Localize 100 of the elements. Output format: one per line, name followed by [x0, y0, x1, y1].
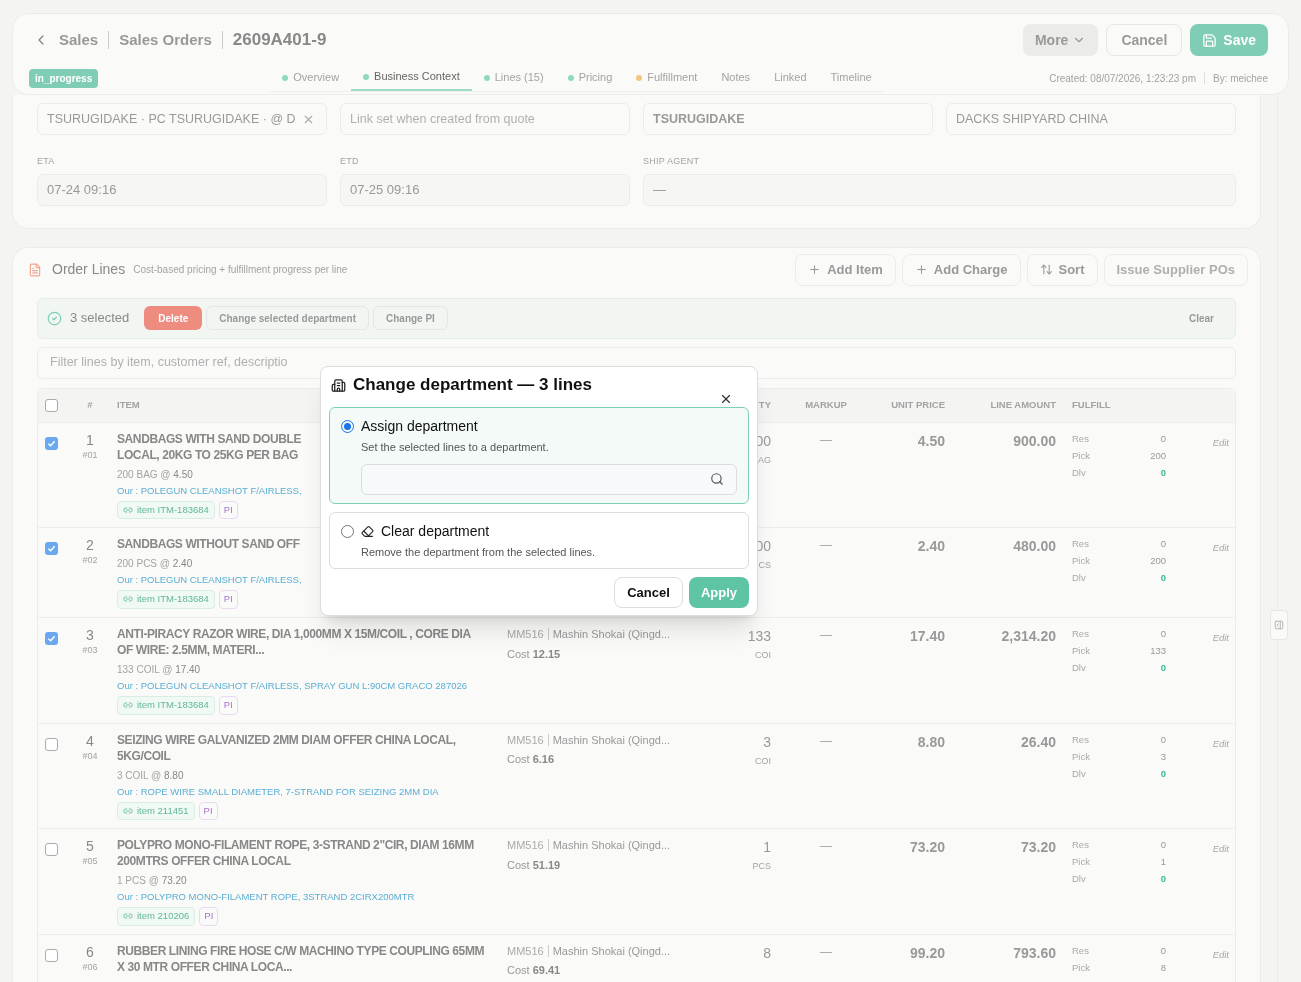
- date-field[interactable]: 07-25 09:16: [340, 173, 630, 206]
- edit-link[interactable]: Edit: [1212, 435, 1229, 449]
- bulk-action-button[interactable]: Change PI: [373, 306, 448, 330]
- item-tag[interactable]: item ITM-183684: [117, 696, 215, 715]
- row-checkbox[interactable]: [45, 632, 58, 645]
- apply-button[interactable]: Apply: [688, 577, 749, 608]
- fulfill-value: 200: [1150, 554, 1166, 569]
- shipyard-field[interactable]: DACKS SHIPYARD CHINA: [946, 103, 1236, 135]
- customer-item-text: Our : POLEGUN CLEANSHOT F/AIRLESS,: [117, 483, 303, 498]
- row-checkbox[interactable]: [45, 436, 58, 450]
- quantity-value: 133: [747, 627, 771, 646]
- toolbar-button[interactable]: Add Item: [795, 253, 896, 286]
- item-tag[interactable]: item ITM-183684: [117, 590, 215, 609]
- close-icon[interactable]: [719, 392, 733, 406]
- line-number: 4: [86, 731, 94, 750]
- fulfill-value: 0: [1160, 943, 1166, 958]
- select-all-checkbox[interactable]: [45, 398, 58, 412]
- tab[interactable]: Lines (15): [471, 64, 556, 91]
- fulfill-label: Pick: [1072, 960, 1090, 975]
- unit-price: 8.80: [917, 732, 945, 752]
- toolbar-button[interactable]: Sort: [1026, 253, 1098, 286]
- quote-link-field[interactable]: Link set when created from quote: [340, 103, 630, 135]
- line-amount: 900.00: [1013, 431, 1056, 451]
- edit-link[interactable]: Edit: [1212, 947, 1229, 961]
- date-field[interactable]: 07-24 09:16: [37, 173, 327, 206]
- supplier-code: MM516: [507, 838, 544, 853]
- delete-button[interactable]: Delete: [144, 306, 203, 330]
- department-search-field[interactable]: [361, 463, 737, 495]
- pi-tag: PI: [199, 907, 219, 926]
- supplier-code: MM516: [507, 943, 544, 959]
- line-code: #05: [82, 855, 98, 868]
- tab[interactable]: Overview: [270, 64, 352, 91]
- fulfill-label: Dlv: [1072, 465, 1086, 480]
- edit-link[interactable]: Edit: [1212, 842, 1229, 855]
- date-field[interactable]: —: [643, 173, 1236, 206]
- edit-link[interactable]: Edit: [1212, 541, 1229, 554]
- edit-link[interactable]: Edit: [1212, 631, 1229, 644]
- customer-item-text: Our : POLEGUN CLEANSHOT F/AIRLESS, SPRAY GUN L:90CM GRACO 287026: [117, 679, 468, 693]
- tab[interactable]: Business Context: [351, 64, 472, 91]
- more-button[interactable]: More: [1022, 24, 1099, 56]
- row-checkbox[interactable]: [45, 843, 58, 856]
- tab[interactable]: Linked: [762, 64, 819, 91]
- tab[interactable]: Notes: [709, 64, 763, 91]
- customer-field[interactable]: TSURUGIDAKE · PC TSURUGIDAKE · @ D: [37, 103, 327, 135]
- clear-button[interactable]: Clear: [1189, 310, 1214, 326]
- fulfill-label: Res: [1072, 431, 1089, 446]
- row-checkbox[interactable]: [45, 737, 58, 751]
- breadcrumb-link[interactable]: Sales Orders: [119, 28, 212, 52]
- bulk-action-button[interactable]: Change selected department: [206, 306, 369, 330]
- cancel-button[interactable]: Cancel: [614, 577, 683, 608]
- tab[interactable]: Timeline: [818, 64, 884, 91]
- item-tag[interactable]: item 210206: [117, 907, 196, 926]
- option-description: Set the selected lines to a department.: [361, 440, 550, 455]
- link-icon: [123, 594, 133, 605]
- fulfill-value: 3: [1160, 749, 1166, 764]
- supplier-code: MM516: [507, 732, 544, 748]
- item-name: SANDBAGS WITHOUT SAND OFF: [117, 536, 301, 552]
- tab[interactable]: Fulfillment: [624, 64, 710, 91]
- row-checkbox[interactable]: [45, 542, 58, 555]
- fulfill-value: 0: [1160, 465, 1166, 480]
- vessel-field[interactable]: TSURUGIDAKE: [643, 103, 933, 135]
- item-tag[interactable]: item ITM-183684: [117, 500, 215, 519]
- edit-link[interactable]: Edit: [1212, 736, 1229, 750]
- unit-price: 17.40: [909, 627, 945, 646]
- row-checkbox[interactable]: [45, 948, 58, 962]
- fulfill-value: 8: [1160, 960, 1166, 975]
- panel-toggle-button[interactable]: [1270, 610, 1288, 640]
- toolbar-button[interactable]: Add Charge: [901, 253, 1021, 286]
- unit-price: 99.20: [909, 943, 945, 963]
- link-icon: [123, 504, 133, 515]
- fulfill-label: Dlv: [1072, 571, 1086, 586]
- page-title: 2609A401-9: [232, 29, 327, 52]
- cost-text: Cost 6.16: [507, 752, 556, 767]
- fulfill-label: Pick: [1072, 644, 1090, 659]
- customer-item-text: Our : POLEGUN CLEANSHOT F/AIRLESS,: [117, 573, 303, 587]
- save-button[interactable]: Save: [1190, 24, 1268, 56]
- tab[interactable]: Pricing: [555, 64, 625, 91]
- column-header: FULFILL: [1072, 398, 1111, 410]
- pi-tag: PI: [218, 500, 238, 519]
- line-amount: 26.40: [1020, 732, 1056, 752]
- option-card[interactable]: Clear department Remove the department from the selected lines.: [329, 511, 749, 569]
- building-icon: [331, 377, 346, 393]
- supplier-name: Mashin Shokai (Qingd...: [552, 943, 671, 959]
- toolbar-button[interactable]: Issue Supplier POs: [1103, 253, 1248, 286]
- fulfill-label: Res: [1072, 537, 1089, 552]
- cost-text: Cost 51.19: [507, 857, 562, 873]
- cancel-button[interactable]: Cancel: [1106, 24, 1183, 56]
- item-name: ANTI-PIRACY RAZOR WIRE, DIA 1,000MM X 15M/COIL , CORE DIA OF WIRE: 2.5MM, MATERI...: [117, 626, 472, 658]
- line-number: 3: [86, 626, 94, 644]
- option-card[interactable]: Assign department Set the selected lines to a department.: [329, 407, 749, 504]
- check-circle-icon: [47, 310, 62, 326]
- item-tag[interactable]: item 211451: [117, 801, 195, 820]
- customer-item-text: Our : POLYPRO MONO-FILAMENT ROPE, 3STRAND 2CIRX200MTR: [117, 890, 415, 904]
- document-icon: [28, 262, 42, 277]
- breadcrumb-link[interactable]: Sales: [59, 28, 99, 52]
- column-header: MARKUP: [805, 397, 847, 412]
- fulfill-value: 133: [1150, 644, 1166, 659]
- markup-value: —: [820, 732, 832, 750]
- plus-icon: [808, 263, 822, 276]
- line-number: 2: [86, 536, 94, 554]
